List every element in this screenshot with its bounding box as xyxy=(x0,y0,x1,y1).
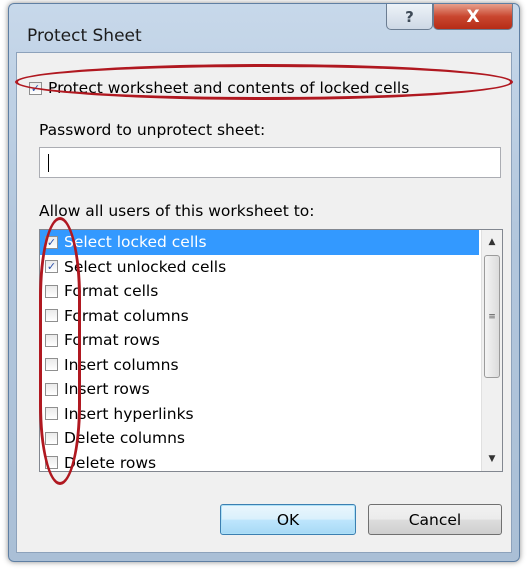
list-scrollbar[interactable]: ▲ ≡ ▼ xyxy=(481,230,502,471)
dialog-title: Protect Sheet xyxy=(27,26,142,46)
permissions-list[interactable]: ✓ Select locked cells ✓ Select unlocked … xyxy=(39,229,503,472)
list-item-label: Insert hyperlinks xyxy=(64,404,194,423)
format-rows-checkbox[interactable] xyxy=(45,333,58,347)
text-caret xyxy=(48,154,49,172)
list-item-label: Format cells xyxy=(64,282,159,301)
help-icon: ? xyxy=(405,7,414,26)
format-columns-checkbox[interactable] xyxy=(45,309,58,323)
list-item-insert-rows[interactable]: Insert rows xyxy=(40,377,479,402)
protect-sheet-dialog: Protect Sheet ? X ✓ Protect worksheet an… xyxy=(8,3,520,562)
permissions-items: ✓ Select locked cells ✓ Select unlocked … xyxy=(40,230,479,472)
list-item-label: Format rows xyxy=(64,331,160,350)
scroll-up-icon[interactable]: ▲ xyxy=(482,232,502,252)
insert-columns-checkbox[interactable] xyxy=(45,358,58,372)
list-item-delete-columns[interactable]: Delete columns xyxy=(40,426,479,451)
delete-rows-checkbox[interactable] xyxy=(45,456,58,470)
scroll-thumb[interactable]: ≡ xyxy=(484,255,500,378)
list-item-label: Insert columns xyxy=(64,355,179,374)
list-item-format-columns[interactable]: Format columns xyxy=(40,304,479,329)
list-item-label: Select locked cells xyxy=(64,233,207,252)
list-item-label: Delete columns xyxy=(64,429,185,448)
insert-hyperlinks-checkbox[interactable] xyxy=(45,407,58,421)
delete-columns-checkbox[interactable] xyxy=(45,431,58,445)
list-item-label: Insert rows xyxy=(64,380,150,399)
protect-worksheet-checkbox[interactable]: ✓ xyxy=(29,81,42,95)
list-item-format-rows[interactable]: Format rows xyxy=(40,328,479,353)
help-button[interactable]: ? xyxy=(386,4,433,30)
password-input[interactable] xyxy=(39,147,501,178)
list-item-label: Delete rows xyxy=(64,453,157,472)
permissions-label: Allow all users of this worksheet to: xyxy=(39,202,315,220)
close-icon: X xyxy=(466,6,480,27)
insert-rows-checkbox[interactable] xyxy=(45,382,58,396)
scroll-down-icon[interactable]: ▼ xyxy=(482,449,502,469)
list-item-insert-hyperlinks[interactable]: Insert hyperlinks xyxy=(40,402,479,427)
select-unlocked-cells-checkbox[interactable]: ✓ xyxy=(45,260,58,274)
list-item-select-locked-cells[interactable]: ✓ Select locked cells xyxy=(40,230,479,255)
password-label: Password to unprotect sheet: xyxy=(39,121,266,139)
list-item-label: Format columns xyxy=(64,306,189,325)
list-item-format-cells[interactable]: Format cells xyxy=(40,279,479,304)
format-cells-checkbox[interactable] xyxy=(45,284,58,298)
select-locked-cells-checkbox[interactable]: ✓ xyxy=(45,235,58,249)
list-item-insert-columns[interactable]: Insert columns xyxy=(40,353,479,378)
dialog-body: ✓ Protect worksheet and contents of lock… xyxy=(16,52,512,553)
list-item-label: Select unlocked cells xyxy=(64,257,227,276)
list-item-select-unlocked-cells[interactable]: ✓ Select unlocked cells xyxy=(40,255,479,280)
close-button[interactable]: X xyxy=(433,4,513,30)
protect-worksheet-label: Protect worksheet and contents of locked… xyxy=(48,79,410,97)
cancel-button[interactable]: Cancel xyxy=(368,504,502,535)
protect-worksheet-option[interactable]: ✓ Protect worksheet and contents of lock… xyxy=(29,79,409,97)
ok-button[interactable]: OK xyxy=(220,504,356,535)
list-item-delete-rows[interactable]: Delete rows xyxy=(40,451,479,472)
